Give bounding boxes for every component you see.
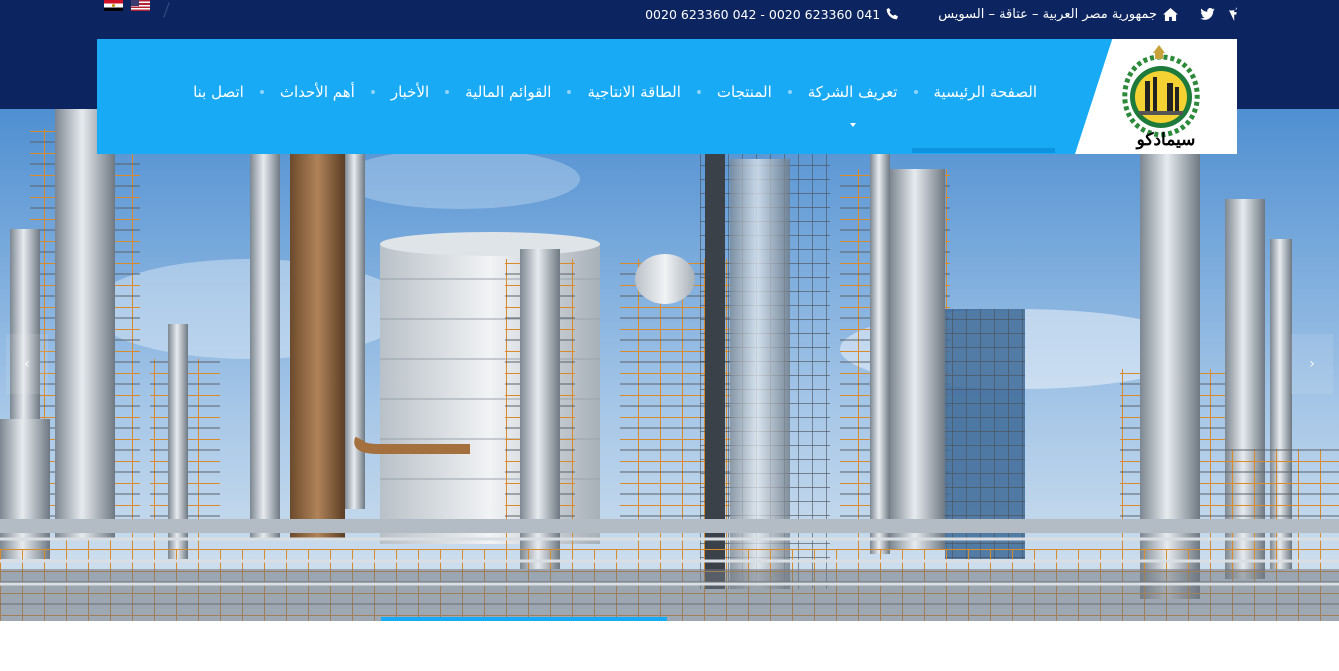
nav-item-financials[interactable]: القوائم المالية (465, 83, 551, 101)
nav-separator (370, 90, 375, 94)
home-icon (1163, 7, 1178, 21)
twitter-icon[interactable] (1200, 8, 1215, 20)
contact-info: جمهورية مصر العربية – عتاقة – السويس 002… (645, 4, 1339, 24)
nav-item-about-label: تعريف الشركة (807, 83, 898, 101)
social-links (1200, 7, 1237, 21)
phone-text: 0020 623360 042 - 0020 623360 041 (645, 6, 881, 22)
nav-separator (913, 90, 918, 94)
phone-icon (886, 8, 899, 20)
nav-item-home[interactable]: الصفحة الرئيسية (934, 83, 1038, 101)
hero-slider[interactable]: ‹ › (0, 109, 1339, 621)
nav-separator (445, 90, 450, 94)
main-nav: سيمادكو الصفحة الرئيسية تعريف الشركة الم… (97, 39, 1237, 154)
nav-item-news[interactable]: الأخبار (391, 83, 429, 101)
facebook-icon[interactable] (1229, 7, 1237, 21)
nav-separator (787, 90, 792, 94)
logo-text: سيمادكو (1136, 130, 1196, 150)
nav-item-products[interactable]: المنتجات (717, 83, 772, 101)
address: جمهورية مصر العربية – عتاقة – السويس (938, 7, 1178, 22)
nav-active-indicator (912, 148, 1055, 153)
nav-separator (696, 90, 701, 94)
nav-item-about[interactable]: تعريف الشركة (807, 83, 898, 127)
slider-next-button[interactable]: › (1291, 334, 1333, 394)
phone: 0020 623360 042 - 0020 623360 041 (645, 6, 899, 22)
egypt-flag-icon[interactable] (104, 0, 123, 11)
nav-separator (259, 90, 264, 94)
nav-item-contact[interactable]: اتصل بنا (193, 83, 244, 101)
nav-menu: الصفحة الرئيسية تعريف الشركة المنتجات ال… (193, 83, 1038, 127)
nav-separator (567, 90, 572, 94)
chevron-down-icon (849, 123, 856, 127)
refinery-image (0, 109, 1339, 621)
logo-container[interactable]: سيمادكو (1075, 39, 1237, 154)
address-text: جمهورية مصر العربية – عتاقة – السويس (938, 6, 1157, 22)
language-flags (104, 0, 150, 11)
divider (163, 2, 170, 18)
slider-indicator (381, 617, 667, 621)
nav-item-capacity[interactable]: الطاقة الانتاجية (587, 83, 680, 101)
nav-item-events[interactable]: أهم الأحداث (280, 83, 355, 101)
us-flag-icon[interactable] (131, 0, 150, 11)
slider-prev-button[interactable]: ‹ (6, 334, 48, 394)
